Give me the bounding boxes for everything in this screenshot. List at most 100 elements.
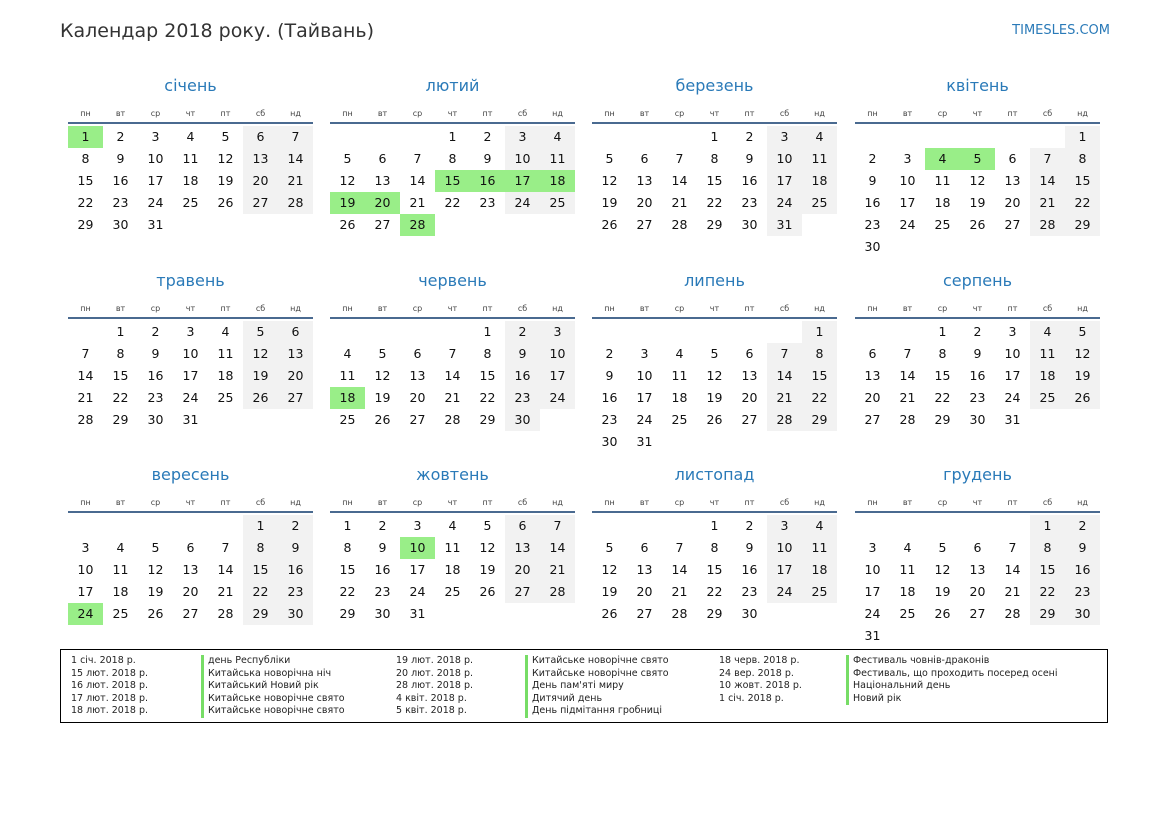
weekday-label: вт <box>115 109 126 118</box>
day-cell: 30 <box>864 239 881 254</box>
day-grid: 1 2 3 4 5 6 7 8 9 10 11 12 13 14 15 16 17 18 19 20 21 22 23 24 2… <box>330 321 575 431</box>
empty-cell <box>173 515 208 537</box>
empty-cell <box>662 126 697 148</box>
day-cell: 6 <box>413 346 422 361</box>
weekday-label: чт <box>709 498 720 507</box>
day-cell: 23 <box>278 581 313 603</box>
legend-dates-col-2: 19 лют. 2018 р. 20 лют. 2018 р. 28 лют. … <box>396 655 473 717</box>
day-cell: 6 <box>378 151 387 166</box>
day-cell: 24 <box>182 390 199 405</box>
empty-cell <box>767 321 802 343</box>
weekday-label: вт <box>377 498 388 507</box>
empty-cell <box>855 126 890 148</box>
day-cell: 16 <box>147 368 164 383</box>
weekday-header: пн вт ср чт пт сб нд <box>330 497 575 513</box>
weekday-label: пн <box>604 109 615 118</box>
weekday-label: пн <box>342 109 353 118</box>
day-grid: 1 2 3 4 5 6 7 8 9 10 11 12 13 14 15 16 17 18 19 20 21 22 23 24 2… <box>592 126 837 236</box>
day-cell: 7 <box>448 346 457 361</box>
day-cell: 20 <box>278 365 313 387</box>
day-cell: 2 <box>1065 515 1100 537</box>
day-cell: 7 <box>1030 148 1065 170</box>
day-cell: 27 <box>969 606 986 621</box>
site-link[interactable]: TIMESLES.COM <box>1012 23 1110 38</box>
day-cell: 13 <box>243 148 278 170</box>
weekday-label: пт <box>220 304 231 313</box>
day-cell: 6 <box>1008 151 1017 166</box>
empty-cell <box>400 126 435 148</box>
day-cell: 27 <box>636 606 653 621</box>
day-cell: 24 <box>147 195 164 210</box>
day-cell: 1 <box>448 129 457 144</box>
weekday-label: вт <box>902 109 913 118</box>
weekday-label: ср <box>674 109 685 118</box>
day-cell: 22 <box>339 584 356 599</box>
day-cell: 23 <box>601 412 618 427</box>
weekday-label: пн <box>604 498 615 507</box>
day-cell: 6 <box>278 321 313 343</box>
day-cell: 3 <box>413 518 422 533</box>
empty-cell <box>592 321 627 343</box>
day-cell: 13 <box>741 368 758 383</box>
day-cell: 15 <box>77 173 94 188</box>
day-cell: 12 <box>147 562 164 577</box>
day-cell: 25 <box>671 412 688 427</box>
day-cell: 9 <box>483 151 492 166</box>
empty-cell <box>592 126 627 148</box>
day-cell: 12 <box>243 343 278 365</box>
day-cell: 23 <box>864 217 881 232</box>
weekday-label: чт <box>185 498 196 507</box>
day-cell: 28 <box>671 217 688 232</box>
weekday-label: чт <box>447 498 458 507</box>
day-cell: 4 <box>221 324 230 339</box>
month-name: липень <box>684 271 745 290</box>
day-cell: 12 <box>934 562 951 577</box>
day-cell: 30 <box>741 606 758 621</box>
empty-cell <box>400 321 435 343</box>
legend-names-col-1: день Республіки Китайська новорічна ніч … <box>201 655 345 718</box>
empty-cell <box>365 321 400 343</box>
month-4: квітень пн вт ср чт пт сб нд 1 2 3 4 5 6 7 8 9 10 11 12 13 14… <box>855 76 1100 258</box>
day-cell: 3 <box>81 540 90 555</box>
day-cell: 17 <box>409 562 426 577</box>
weekday-label: чт <box>709 109 720 118</box>
month-name: вересень <box>151 465 230 484</box>
weekday-label: вт <box>639 498 650 507</box>
day-cell: 9 <box>1065 537 1100 559</box>
day-cell: 14 <box>217 562 234 577</box>
day-cell: 8 <box>483 346 492 361</box>
weekday-label: сб <box>1042 498 1053 507</box>
empty-cell <box>925 515 960 537</box>
empty-cell <box>697 321 732 343</box>
day-cell: 11 <box>934 173 951 188</box>
day-grid: 1 2 3 4 5 6 7 8 9 10 11 12 13 14 15 16 17 18 19 20 21 22 23 24 2… <box>68 321 313 431</box>
day-cell: 23 <box>741 584 758 599</box>
day-cell: 3 <box>151 129 160 144</box>
day-cell: 18 <box>112 584 129 599</box>
day-cell: 1 <box>710 129 719 144</box>
day-cell: 18 <box>934 195 951 210</box>
weekday-label: пн <box>342 304 353 313</box>
day-grid: 1 2 3 4 5 6 7 8 9 10 11 12 13 14 15 16 17 18 19 20 21 22 23 24 2… <box>68 515 313 625</box>
empty-cell <box>995 126 1030 148</box>
day-cell: 21 <box>671 195 688 210</box>
day-cell: 28 <box>540 581 575 603</box>
day-cell: 8 <box>81 151 90 166</box>
day-cell: 2 <box>151 324 160 339</box>
weekday-label: чт <box>447 304 458 313</box>
day-cell: 16 <box>969 368 986 383</box>
day-cell: 27 <box>409 412 426 427</box>
day-cell: 23 <box>374 584 391 599</box>
day-cell: 18 <box>444 562 461 577</box>
month-name: березень <box>675 76 754 95</box>
day-cell: 5 <box>938 540 947 555</box>
empty-cell <box>732 321 767 343</box>
weekday-label: вт <box>115 498 126 507</box>
day-cell: 25 <box>802 581 837 603</box>
day-cell: 1 <box>243 515 278 537</box>
day-cell: 1 <box>1030 515 1065 537</box>
day-cell: 6 <box>186 540 195 555</box>
day-cell: 12 <box>339 173 356 188</box>
day-cell: 9 <box>745 540 754 555</box>
day-cell: 5 <box>343 151 352 166</box>
